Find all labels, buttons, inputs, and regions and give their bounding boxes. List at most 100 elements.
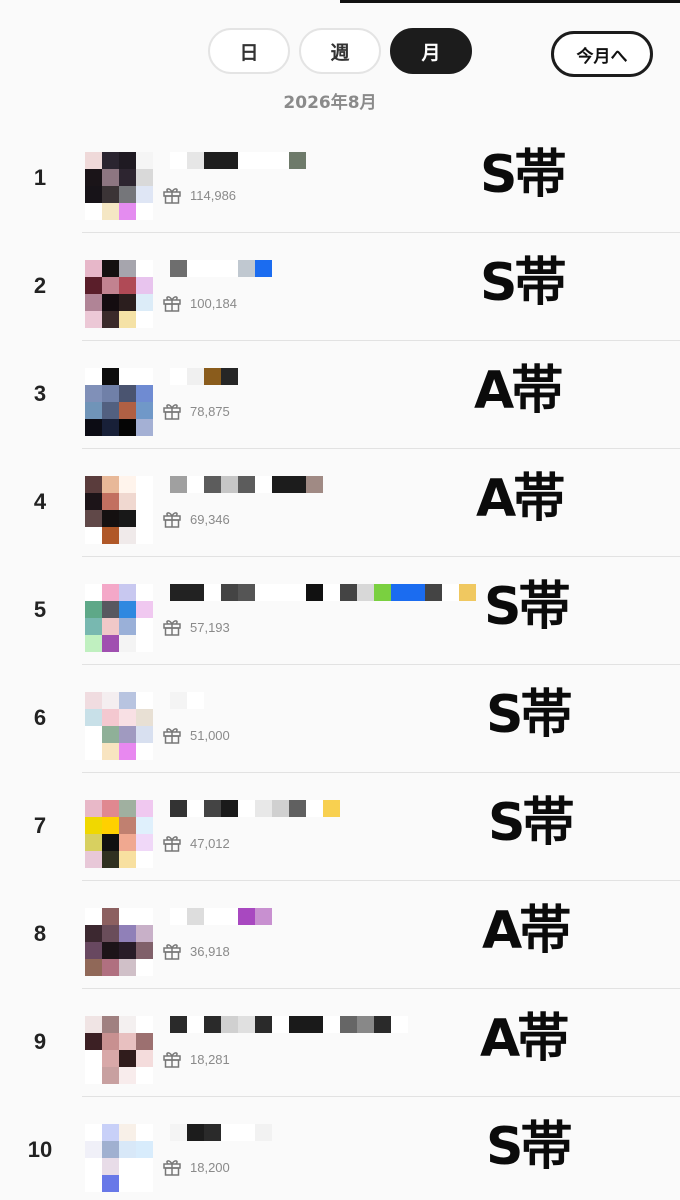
username-mosaic-block: [255, 908, 272, 925]
ranking-row[interactable]: 9 18,281 A帯: [0, 989, 680, 1097]
username-mosaic-block: [170, 476, 187, 493]
ranking-row[interactable]: 10 18,200 S帯: [0, 1097, 680, 1200]
username-mosaic-block: [204, 476, 221, 493]
username-mosaic-block: [255, 476, 272, 493]
username-mosaic-block: [374, 584, 391, 601]
gift-stat: 18,281: [162, 1049, 230, 1069]
ranking-row[interactable]: 5 57,193 S帯: [0, 557, 680, 665]
avatar-mosaic-pixel: [85, 1050, 102, 1067]
avatar[interactable]: [85, 692, 153, 760]
tier-label: S帯: [486, 685, 572, 745]
avatar-mosaic-pixel: [85, 692, 102, 709]
tab-month[interactable]: 月: [390, 28, 472, 74]
username-mosaic-block: [238, 260, 255, 277]
username-mosaic-block: [323, 1016, 340, 1033]
gift-count: 51,000: [190, 727, 230, 743]
gift-icon: [163, 296, 181, 312]
username-mosaic-block: [323, 584, 340, 601]
avatar[interactable]: [85, 1016, 153, 1084]
avatar-mosaic-pixel: [102, 152, 119, 169]
avatar-mosaic-pixel: [136, 203, 153, 220]
avatar-mosaic-pixel: [136, 817, 153, 834]
avatar-mosaic-pixel: [85, 1016, 102, 1033]
ranking-row[interactable]: 1 114,986 S帯: [0, 125, 680, 233]
avatar[interactable]: [85, 476, 153, 544]
avatar-mosaic-pixel: [102, 618, 119, 635]
username-mosaic-block: [255, 1016, 272, 1033]
avatar-mosaic-pixel: [136, 908, 153, 925]
avatar-mosaic-pixel: [136, 851, 153, 868]
avatar-mosaic-pixel: [136, 942, 153, 959]
avatar-mosaic-pixel: [136, 260, 153, 277]
avatar[interactable]: [85, 908, 153, 976]
avatar[interactable]: [85, 1124, 153, 1192]
avatar-mosaic-pixel: [102, 203, 119, 220]
username-mosaic-block: [255, 1124, 272, 1141]
avatar-mosaic-pixel: [102, 1124, 119, 1141]
to-this-month-button[interactable]: 今月へ: [551, 31, 653, 77]
gift-stat: 51,000: [162, 725, 230, 745]
avatar-mosaic-pixel: [85, 726, 102, 743]
gift-icon: [163, 512, 181, 528]
avatar-mosaic-pixel: [102, 493, 119, 510]
avatar[interactable]: [85, 152, 153, 220]
avatar-mosaic-pixel: [85, 851, 102, 868]
username-mosaic-block: [391, 584, 408, 601]
username-mosaic-block: [221, 584, 238, 601]
avatar-mosaic-pixel: [102, 726, 119, 743]
avatar-mosaic-pixel: [136, 1175, 153, 1192]
avatar-mosaic-pixel: [85, 402, 102, 419]
avatar-mosaic-pixel: [85, 908, 102, 925]
avatar-mosaic-pixel: [119, 294, 136, 311]
ranking-row[interactable]: 8 36,918 A帯: [0, 881, 680, 989]
gift-count: 47,012: [190, 835, 230, 851]
avatar-mosaic-pixel: [85, 368, 102, 385]
avatar[interactable]: [85, 800, 153, 868]
avatar[interactable]: [85, 584, 153, 652]
username-mosaic-block: [187, 1016, 204, 1033]
avatar-mosaic-pixel: [102, 169, 119, 186]
gift-stat: 47,012: [162, 833, 230, 853]
username-mosaic-block: [170, 800, 187, 817]
ranking-row[interactable]: 2 100,184 S帯: [0, 233, 680, 341]
avatar-mosaic-pixel: [119, 186, 136, 203]
ranking-row[interactable]: 6 51,000 S帯: [0, 665, 680, 773]
ranking-row[interactable]: 7 47,012 S帯: [0, 773, 680, 881]
tab-day[interactable]: 日: [208, 28, 290, 74]
ranking-row[interactable]: 3 78,875 A帯: [0, 341, 680, 449]
username-mosaic-block: [221, 1124, 238, 1141]
avatar-mosaic-pixel: [102, 692, 119, 709]
username-mosaic: [170, 368, 238, 386]
tab-week[interactable]: 週: [299, 28, 381, 74]
avatar-mosaic-pixel: [85, 709, 102, 726]
avatar-mosaic-pixel: [102, 1067, 119, 1084]
avatar-mosaic-pixel: [119, 942, 136, 959]
username-mosaic-block: [255, 584, 272, 601]
avatar-mosaic-pixel: [136, 601, 153, 618]
gift-icon: [163, 728, 181, 744]
avatar-mosaic-pixel: [119, 1016, 136, 1033]
avatar-mosaic-pixel: [136, 1124, 153, 1141]
rank-number: 7: [33, 813, 47, 838]
ranking-row[interactable]: 4 69,346 A帯: [0, 449, 680, 557]
avatar-mosaic-pixel: [85, 1141, 102, 1158]
username-mosaic-block: [187, 152, 204, 169]
avatar-mosaic-pixel: [136, 1050, 153, 1067]
avatar-mosaic-pixel: [119, 385, 136, 402]
avatar-mosaic-pixel: [136, 311, 153, 328]
username-mosaic-block: [221, 476, 238, 493]
username-mosaic-block: [170, 368, 187, 385]
gift-count: 36,918: [190, 943, 230, 959]
avatar[interactable]: [85, 260, 153, 328]
avatar-mosaic-pixel: [85, 584, 102, 601]
avatar-mosaic-pixel: [102, 476, 119, 493]
username-mosaic-block: [238, 800, 255, 817]
username-mosaic-block: [238, 1016, 255, 1033]
avatar-mosaic-pixel: [102, 834, 119, 851]
avatar-mosaic-pixel: [85, 385, 102, 402]
username-mosaic-block: [306, 584, 323, 601]
avatar-mosaic-pixel: [136, 476, 153, 493]
tier-label: S帯: [480, 145, 566, 205]
avatar[interactable]: [85, 368, 153, 436]
avatar-mosaic-pixel: [119, 493, 136, 510]
